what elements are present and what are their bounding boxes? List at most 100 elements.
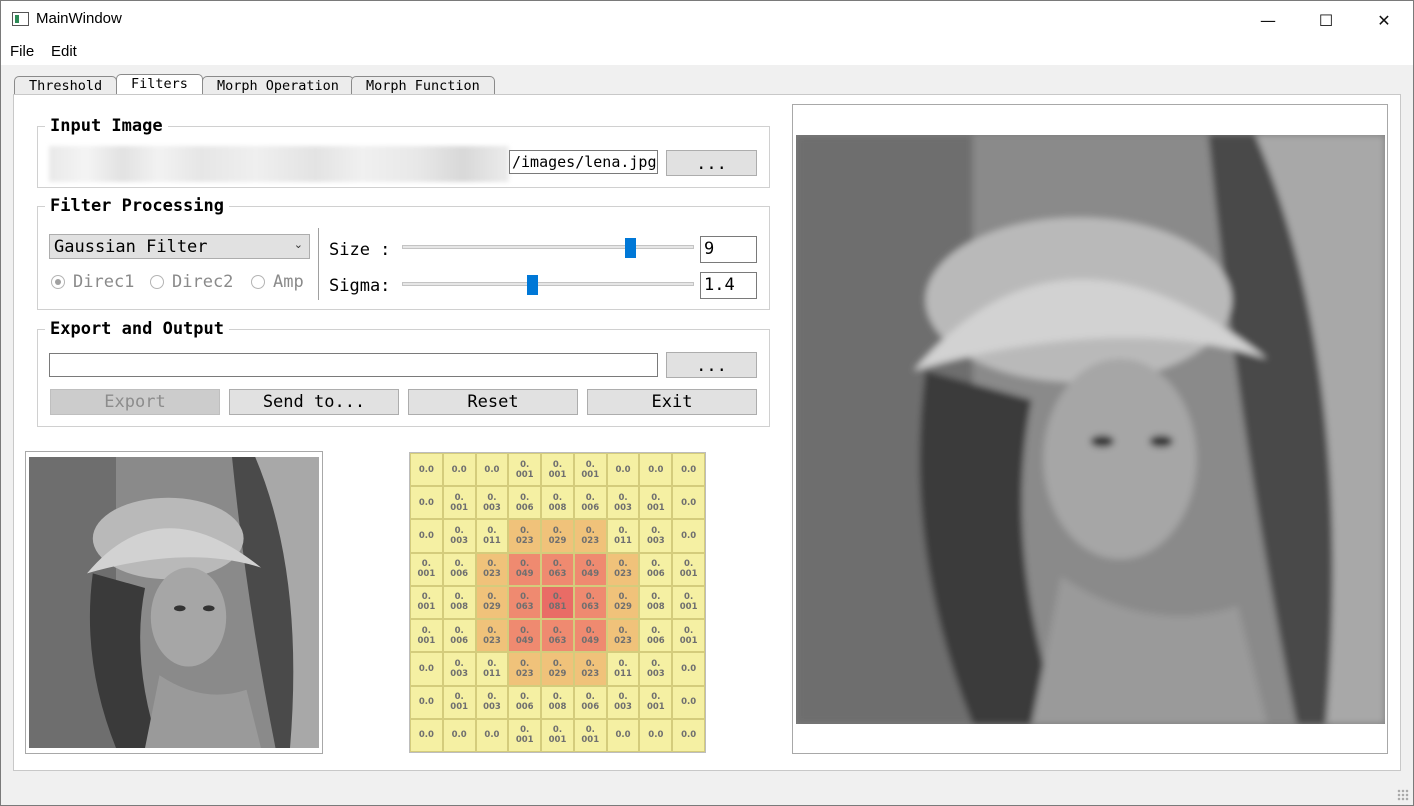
kernel-cell: 0. 006 (508, 486, 542, 520)
reset-button[interactable]: Reset (408, 389, 578, 415)
kernel-cell: 0. 001 (541, 453, 574, 487)
kernel-cell: 0. 006 (508, 685, 542, 719)
kernel-cell: 0. 003 (475, 685, 509, 719)
kernel-cell: 0. 003 (475, 486, 509, 520)
kernel-cell: 0. 001 (672, 552, 705, 586)
kernel-cell: 0.0 (475, 718, 509, 752)
sigma-value-field[interactable]: 1.4 (700, 272, 757, 299)
kernel-cell: 0. 001 (410, 619, 443, 653)
kernel-cell: 0.0 (606, 453, 640, 487)
title-bar[interactable]: MainWindow — ☐ ✕ (1, 1, 1413, 39)
kernel-cell: 0. 003 (442, 652, 476, 686)
kernel-cell: 0. 001 (442, 486, 476, 520)
send-to-button[interactable]: Send to... (229, 389, 399, 415)
kernel-cell: 0. 001 (639, 685, 673, 719)
filter-type-select[interactable]: Gaussian Filter ⌄ (49, 234, 310, 259)
kernel-cell: 0.0 (606, 718, 640, 752)
kernel-cell: 0.0 (639, 453, 673, 487)
kernel-cell: 0. 008 (541, 486, 574, 520)
size-slider-track[interactable] (402, 245, 694, 249)
kernel-cell: 0. 029 (475, 585, 509, 620)
vertical-divider (318, 228, 319, 300)
export-button[interactable]: Export (50, 389, 220, 415)
kernel-cell: 0. 023 (573, 519, 607, 553)
radio-direc2[interactable] (150, 275, 164, 289)
kernel-cell: 0. 063 (508, 585, 542, 620)
kernel-cell: 0. 001 (672, 585, 705, 620)
output-image-frame (792, 104, 1388, 754)
kernel-cell: 0.0 (410, 519, 443, 553)
kernel-cell: 0. 063 (573, 585, 607, 620)
tab-morph-operation[interactable]: Morph Operation (202, 76, 354, 95)
kernel-cell: 0. 023 (475, 552, 509, 586)
sigma-slider-track[interactable] (402, 282, 694, 286)
kernel-cell: 0. 001 (639, 486, 673, 520)
kernel-cell: 0. 008 (541, 685, 574, 719)
gaussian-kernel-grid: 0.0 0.0 0.0 0. 001 0. 001 0. 001 0.0 0.0 0.0 0.0 0… (409, 452, 706, 753)
kernel-cell: 0.0 (639, 718, 673, 752)
menu-file[interactable]: File (10, 43, 34, 60)
kernel-cell: 0. 008 (639, 585, 673, 620)
kernel-cell: 0.0 (672, 718, 705, 752)
filter-processing-title: Filter Processing (45, 196, 229, 216)
kernel-cell: 0. 003 (606, 685, 640, 719)
tab-morph-function[interactable]: Morph Function (351, 76, 495, 95)
tab-threshold[interactable]: Threshold (14, 76, 118, 95)
menu-edit[interactable]: Edit (51, 43, 77, 60)
kernel-cell: 0. 006 (639, 619, 673, 653)
output-browse-button[interactable]: ... (666, 352, 757, 378)
output-path-field[interactable] (49, 353, 658, 377)
kernel-cell: 0. 023 (606, 552, 640, 586)
kernel-cell: 0. 006 (639, 552, 673, 586)
kernel-cell: 0.0 (410, 486, 443, 520)
kernel-cell: 0. 011 (475, 519, 509, 553)
kernel-cell: 0.0 (410, 453, 443, 487)
kernel-cell: 0. 063 (541, 619, 574, 653)
close-icon: ✕ (1377, 10, 1391, 30)
kernel-cell: 0. 029 (541, 519, 574, 553)
kernel-cell: 0. 001 (541, 718, 574, 752)
export-output-title: Export and Output (45, 319, 229, 339)
kernel-cell: 0. 001 (442, 685, 476, 719)
radio-direc2-label: Direc2 (172, 272, 234, 292)
kernel-cell: 0. 001 (573, 718, 607, 752)
minimize-button[interactable]: — (1239, 1, 1297, 39)
window-title: MainWindow (36, 10, 122, 27)
kernel-cell: 0.0 (442, 453, 476, 487)
input-image-frame (25, 451, 323, 754)
filter-type-value: Gaussian Filter (54, 237, 208, 257)
kernel-cell: 0. 011 (475, 652, 509, 686)
input-path-field[interactable]: /images/lena.jpg (509, 150, 658, 174)
size-value-field[interactable]: 9 (700, 236, 757, 263)
kernel-cell: 0. 029 (606, 585, 640, 620)
tab-filters[interactable]: Filters (116, 74, 203, 95)
radio-direc1-label: Direc1 (73, 272, 135, 292)
kernel-cell: 0. 001 (508, 718, 542, 752)
kernel-cell: 0. 049 (573, 619, 607, 653)
input-image-title: Input Image (45, 116, 168, 136)
close-button[interactable]: ✕ (1355, 1, 1413, 39)
kernel-cell: 0. 001 (672, 619, 705, 653)
kernel-cell: 0.0 (672, 685, 705, 719)
kernel-cell: 0.0 (442, 718, 476, 752)
maximize-icon: ☐ (1318, 10, 1334, 30)
size-label: Size : (329, 240, 391, 260)
radio-direc1[interactable] (51, 275, 65, 289)
kernel-cell: 0. 023 (606, 619, 640, 653)
kernel-cell: 0. 011 (606, 652, 640, 686)
kernel-cell: 0.0 (672, 453, 705, 487)
resize-grip-icon[interactable] (1397, 789, 1409, 801)
radio-amp[interactable] (251, 275, 265, 289)
kernel-cell: 0. 023 (508, 652, 542, 686)
kernel-cell: 0. 023 (508, 519, 542, 553)
sigma-slider-handle[interactable] (527, 275, 538, 295)
kernel-cell: 0.0 (475, 453, 509, 487)
exit-button[interactable]: Exit (587, 389, 757, 415)
kernel-cell: 0.0 (672, 486, 705, 520)
size-slider-handle[interactable] (625, 238, 636, 258)
input-image-preview (29, 457, 319, 748)
maximize-button[interactable]: ☐ (1297, 1, 1355, 39)
kernel-cell: 0. 006 (442, 619, 476, 653)
input-browse-button[interactable]: ... (666, 150, 757, 176)
kernel-cell: 0. 003 (639, 652, 673, 686)
